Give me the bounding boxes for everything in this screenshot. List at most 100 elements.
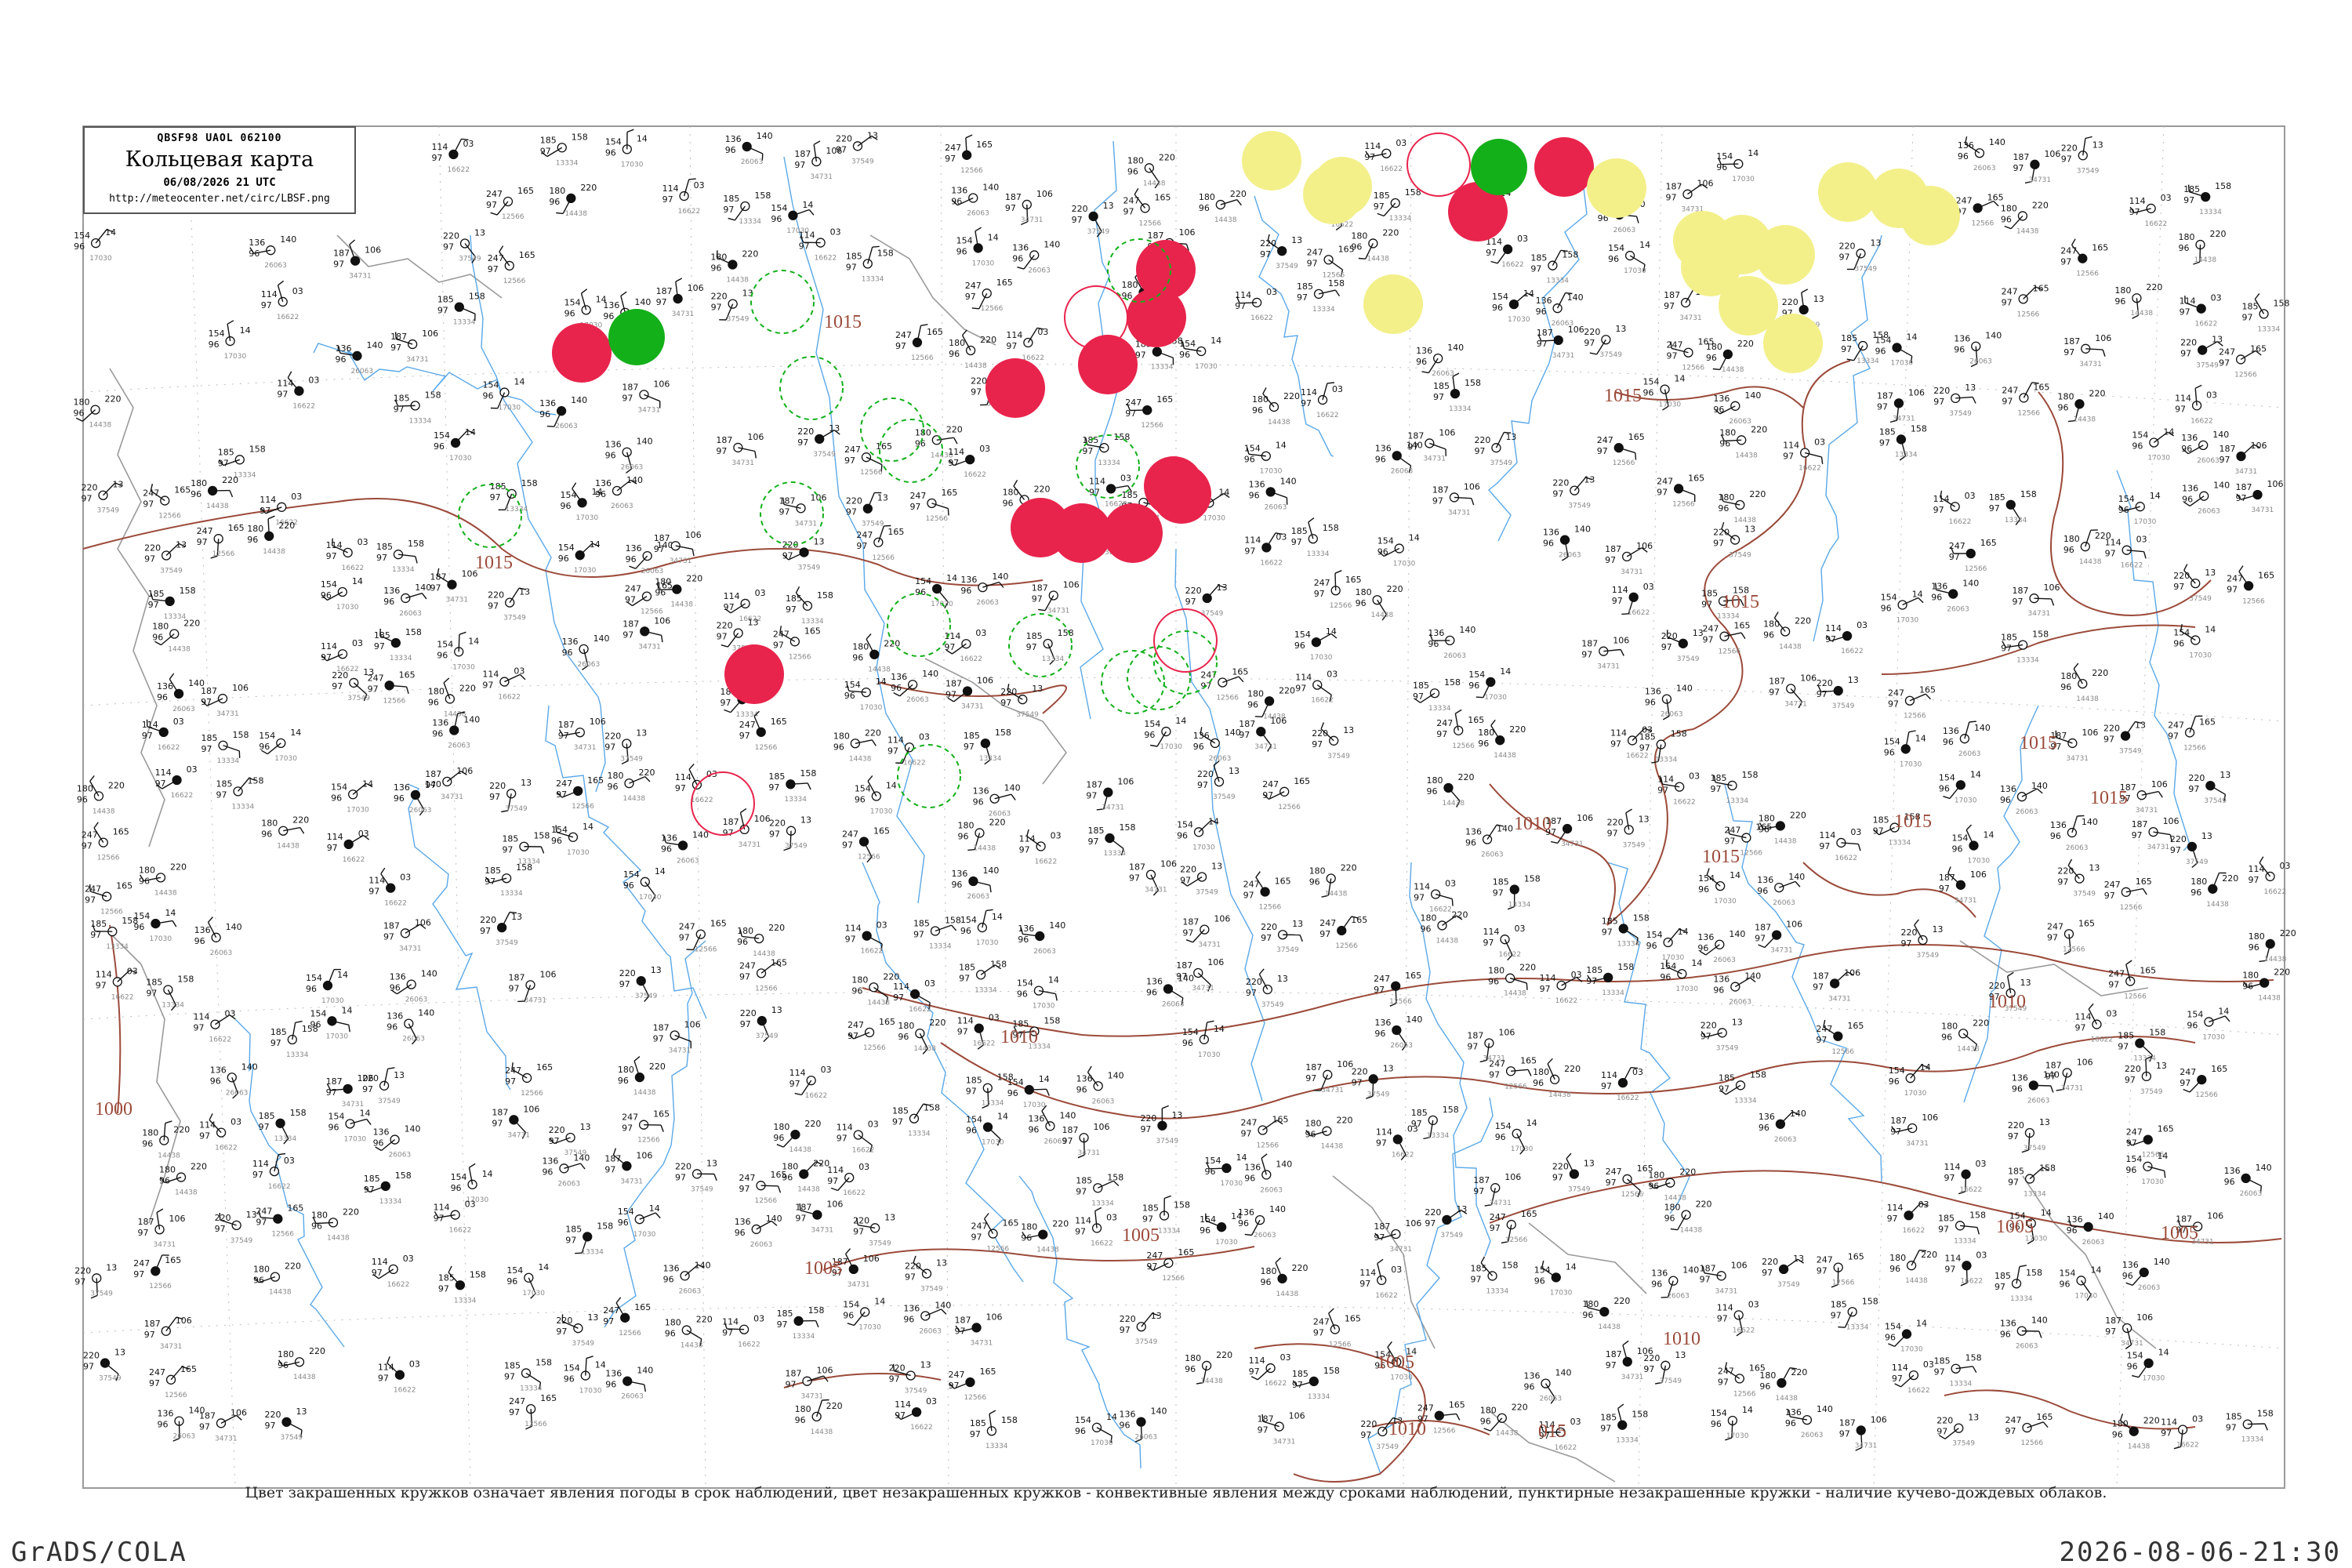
dewpoint-value: 97 xyxy=(2236,493,2247,503)
station-id: 14438 xyxy=(811,1428,833,1436)
pressure-value: 03 xyxy=(1517,234,1528,244)
dewpoint-value: 97 xyxy=(1243,891,1254,901)
temperature-value: 136 xyxy=(1193,731,1210,741)
station-id: 14438 xyxy=(175,1189,198,1197)
pressure-value: 220 xyxy=(1279,685,1295,695)
pressure-value: 220 xyxy=(1034,484,1051,494)
pressure-value: 165 xyxy=(1155,192,1171,202)
temperature-value: 220 xyxy=(2180,338,2197,348)
temperature-value: 220 xyxy=(1700,1020,1717,1030)
pressure-value: 13 xyxy=(884,1212,895,1222)
pressure-value: 220 xyxy=(2146,282,2162,292)
temperature-value: 187 xyxy=(795,1203,811,1213)
temperature-value: 136 xyxy=(2181,433,2198,443)
station-id: 13334 xyxy=(1312,306,1335,314)
station-id: 17030 xyxy=(1624,267,1646,275)
isobar-label: 1010 xyxy=(1663,1329,1700,1349)
dewpoint-value: 96 xyxy=(564,308,575,318)
dewpoint-value: 97 xyxy=(679,933,690,943)
pressure-value: 165 xyxy=(2258,570,2274,580)
station-id: 34731 xyxy=(1561,840,1584,848)
dewpoint-value: 97 xyxy=(1933,505,1944,515)
station-id: 13334 xyxy=(1427,1132,1450,1140)
station-id: 16622 xyxy=(1960,1186,1983,1194)
station-id: 26063 xyxy=(1033,948,1056,956)
temperature-value: 247 xyxy=(1724,826,1740,836)
temperature-value: 136 xyxy=(383,586,400,596)
dewpoint-value: 97 xyxy=(1664,301,1675,311)
thunderstorm-circle xyxy=(985,358,1045,418)
pressure-value: 158 xyxy=(469,292,485,302)
pressure-value: 165 xyxy=(2033,283,2049,293)
station-id: 12566 xyxy=(695,946,717,954)
dewpoint-value: 97 xyxy=(142,731,153,741)
station-id: 16622 xyxy=(861,948,884,956)
pressure-value: 220 xyxy=(929,1018,946,1028)
temperature-value: 185 xyxy=(959,962,975,972)
temperature-value: 114 xyxy=(1019,834,1036,844)
temperature-value: 154 xyxy=(564,297,581,307)
temperature-value: 154 xyxy=(1951,833,1968,844)
pressure-value: 13 xyxy=(1965,383,1976,393)
temperature-value: 220 xyxy=(675,1161,691,1171)
station-id: 17030 xyxy=(344,1135,367,1143)
temperature-value: 180 xyxy=(2114,285,2131,296)
station-id: 12566 xyxy=(149,1283,172,1290)
station-id: 37549 xyxy=(2073,891,2096,898)
pressure-value: 140 xyxy=(766,1214,782,1224)
dewpoint-value: 97 xyxy=(505,1076,516,1087)
temperature-value: 247 xyxy=(505,1065,521,1076)
pressure-value: 220 xyxy=(191,1162,207,1172)
dewpoint-value: 96 xyxy=(951,880,962,890)
station-id: 34731 xyxy=(2121,1340,2143,1348)
dewpoint-value: 97 xyxy=(74,1276,85,1287)
dewpoint-value: 97 xyxy=(556,789,567,800)
temperature-value: 247 xyxy=(143,488,159,499)
temperature-value: 187 xyxy=(1148,230,1164,241)
station-id: 37549 xyxy=(2024,1145,2046,1152)
dewpoint-value: 97 xyxy=(1944,1264,1955,1274)
dewpoint-value: 96 xyxy=(771,214,782,224)
dewpoint-value: 97 xyxy=(1755,934,1766,944)
dewpoint-value: 97 xyxy=(2001,644,2012,654)
station-id: 12566 xyxy=(860,469,883,477)
dewpoint-value: 97 xyxy=(256,1218,267,1228)
dewpoint-value: 96 xyxy=(562,648,573,658)
station-id: 12566 xyxy=(987,1246,1010,1254)
temperature-value: 136 xyxy=(390,972,406,982)
pressure-value: 03 xyxy=(979,444,990,454)
station-id: 16622 xyxy=(843,1189,866,1197)
dewpoint-value: 97 xyxy=(959,973,970,983)
station-id: 17030 xyxy=(1393,561,1416,568)
pressure-value: 220 xyxy=(946,424,963,434)
station-id: 26063 xyxy=(172,1433,195,1441)
station-id: 13334 xyxy=(1103,850,1126,858)
dewpoint-value: 97 xyxy=(1612,596,1623,606)
temperature-value: 136 xyxy=(903,1303,920,1313)
station-id: 26063 xyxy=(1265,503,1287,511)
station-id: 37549 xyxy=(691,1185,713,1193)
temperature-value: 247 xyxy=(2002,286,2018,296)
temperature-value: 247 xyxy=(2002,385,2018,395)
station-id: 17030 xyxy=(1195,363,1218,371)
dewpoint-value: 97 xyxy=(842,840,853,850)
station-id: 37549 xyxy=(798,564,821,572)
dewpoint-value: 96 xyxy=(1374,1029,1385,1039)
station-id: 13334 xyxy=(379,1198,402,1206)
wind-barb-flag xyxy=(688,178,696,180)
dewpoint-value: 97 xyxy=(368,684,379,694)
temperature-value: 136 xyxy=(891,672,907,682)
station-id: 26063 xyxy=(226,1089,249,1097)
station-id: 26063 xyxy=(611,503,633,510)
temperature-value: 185 xyxy=(768,771,785,782)
temperature-value: 180 xyxy=(1127,155,1144,165)
dewpoint-value: 96 xyxy=(2127,1362,2138,1372)
dewpoint-value: 97 xyxy=(2242,312,2253,322)
station-id: 13334 xyxy=(908,1131,931,1138)
pressure-value: 13 xyxy=(800,815,811,826)
pressure-value: 165 xyxy=(2078,918,2095,928)
dewpoint-value: 97 xyxy=(893,993,904,1003)
station-id: 13334 xyxy=(1857,358,1879,365)
temperature-value: 185 xyxy=(216,779,233,789)
temperature-value: 185 xyxy=(438,1272,455,1283)
